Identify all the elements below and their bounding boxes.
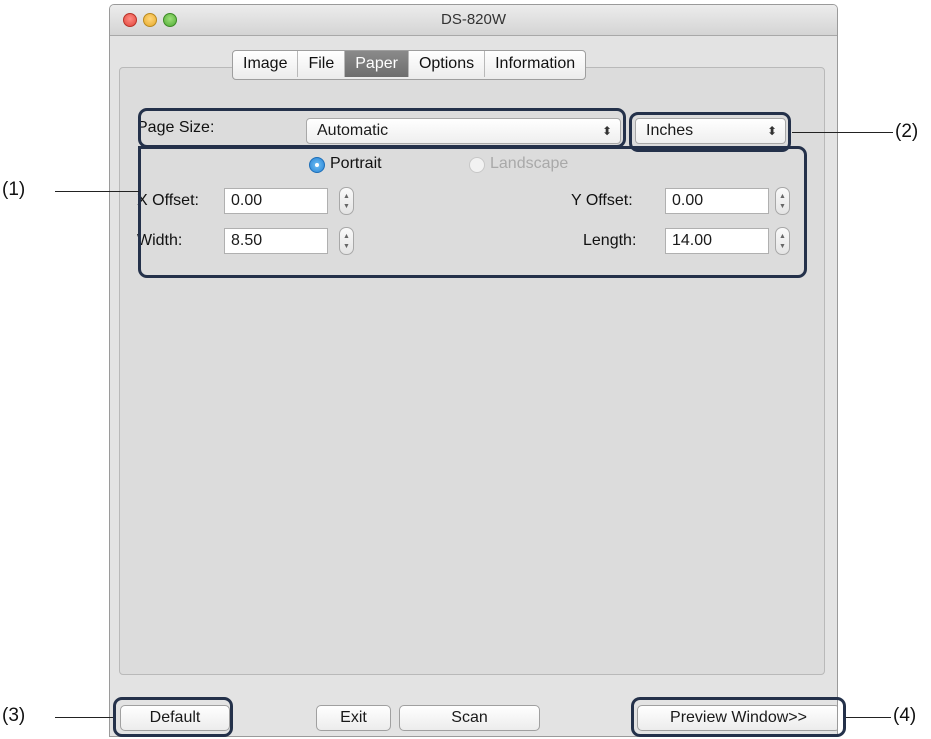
callout-1-outline xyxy=(138,146,807,278)
callout-2-leader xyxy=(792,132,893,133)
callout-2-label: (2) xyxy=(895,121,919,142)
close-window-icon[interactable] xyxy=(123,13,137,27)
callout-2-outline xyxy=(629,112,791,152)
scan-button[interactable]: Scan xyxy=(399,705,540,731)
tab-information[interactable]: Information xyxy=(485,51,585,77)
callout-1-outline-top xyxy=(138,108,626,148)
callout-3-outline xyxy=(113,697,233,737)
tab-bar: Image File Paper Options Information xyxy=(232,50,587,80)
callout-4-label: (4) xyxy=(893,705,917,726)
exit-button[interactable]: Exit xyxy=(316,705,391,731)
callout-3-leader xyxy=(55,717,113,718)
title-bar: DS-820W xyxy=(110,5,837,36)
callout-4-outline xyxy=(631,697,846,737)
tab-paper[interactable]: Paper xyxy=(345,51,409,77)
tab-image[interactable]: Image xyxy=(233,51,299,77)
tab-file[interactable]: File xyxy=(298,51,346,77)
callout-3-label: (3) xyxy=(2,705,26,726)
callout-1-leader xyxy=(55,191,139,192)
minimize-window-icon[interactable] xyxy=(143,13,157,27)
zoom-window-icon[interactable] xyxy=(163,13,177,27)
tab-options[interactable]: Options xyxy=(409,51,486,77)
callout-4-leader xyxy=(846,717,891,718)
window-title: DS-820W xyxy=(440,11,507,28)
callout-1-label: (1) xyxy=(2,179,26,200)
